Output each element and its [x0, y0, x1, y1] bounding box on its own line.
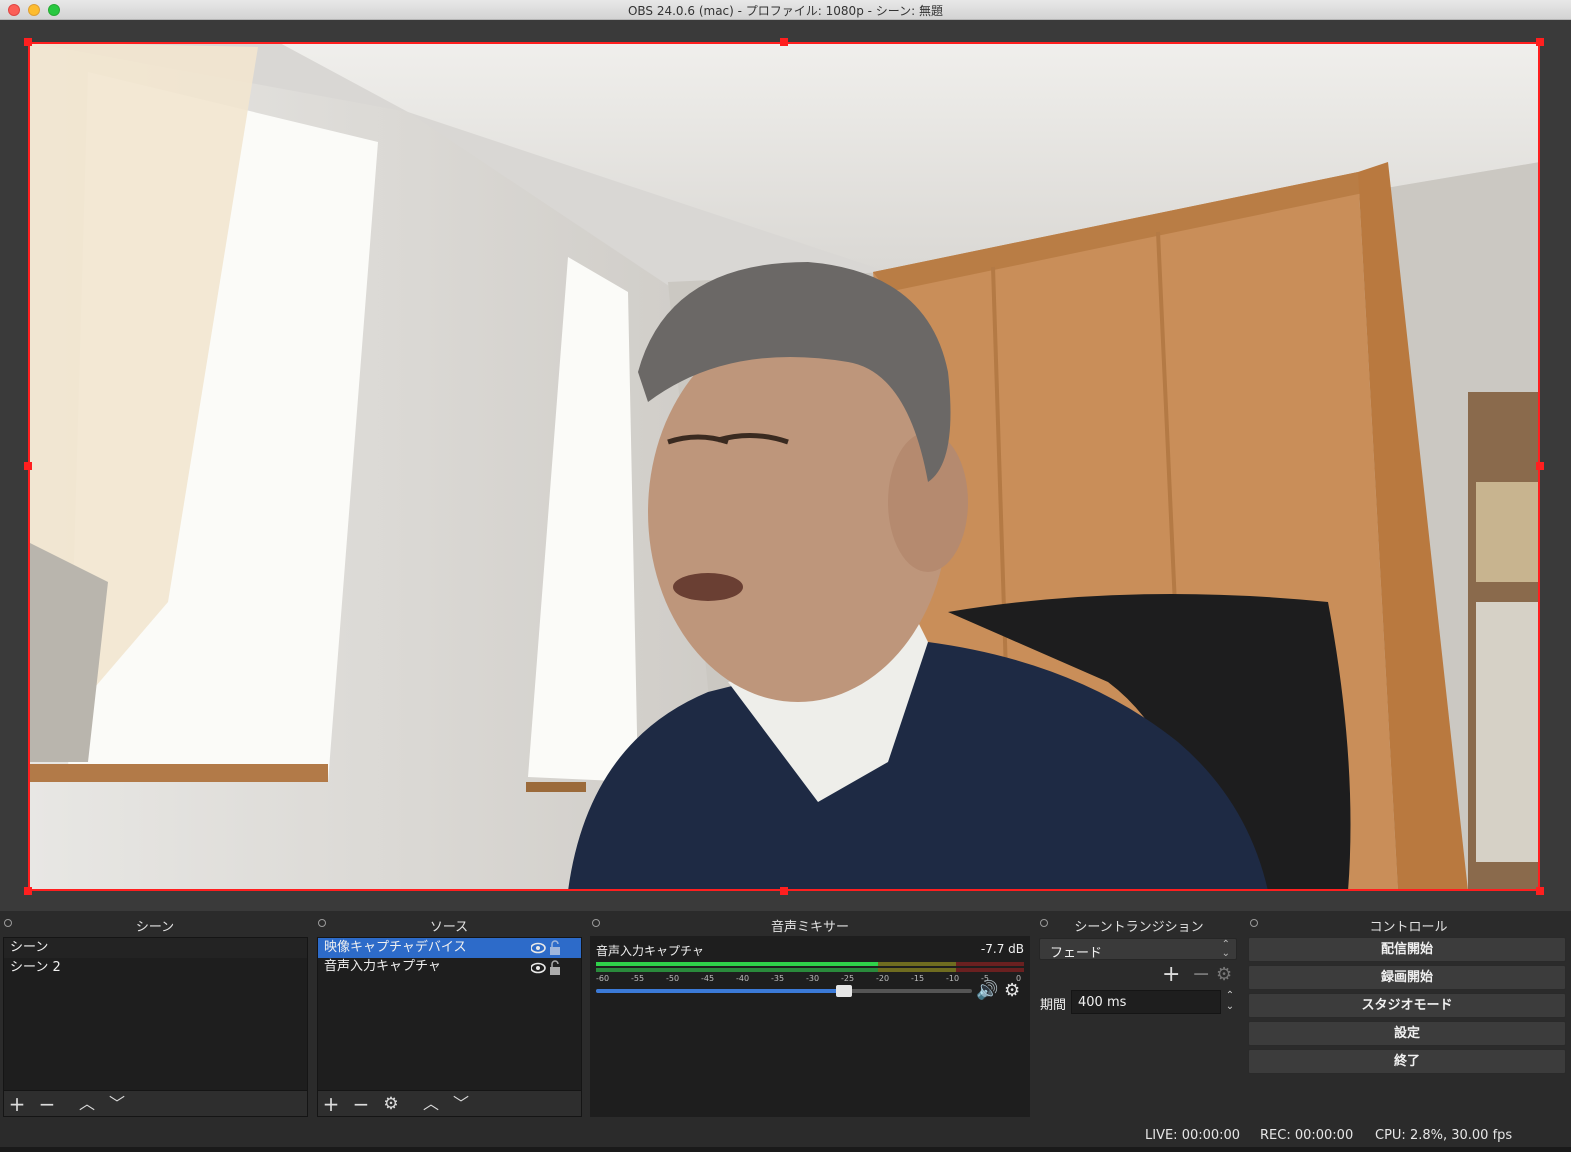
studio-mode-button[interactable]: スタジオモード: [1248, 993, 1566, 1018]
window-title: OBS 24.0.6 (mac) - プロファイル: 1080p - シーン: …: [627, 4, 944, 18]
meter-scale-label: -60: [596, 974, 610, 983]
meter-scale-label: -45: [701, 974, 715, 983]
resize-handle-right[interactable]: [1536, 462, 1544, 470]
scene-item[interactable]: シーン 2: [4, 958, 307, 978]
meter-scale-label: -20: [876, 974, 890, 983]
scenes-list[interactable]: シーン シーン 2: [3, 937, 308, 1091]
controls-dock-title: コントロール: [1369, 920, 1448, 935]
eye-icon: [531, 962, 546, 974]
add-source-button[interactable]: +: [320, 1093, 342, 1115]
meter-scale-label: -55: [631, 974, 645, 983]
sources-dock-title: ソース: [429, 920, 469, 935]
visibility-lock-icons: [531, 940, 560, 955]
scenes-dock-title: シーン: [135, 920, 175, 935]
source-item[interactable]: 映像キャプチャデバイス: [318, 938, 581, 958]
unlock-icon: [550, 940, 560, 955]
resize-handle-top-right[interactable]: [1536, 38, 1544, 46]
source-item-label: 映像キャプチャデバイス: [324, 940, 467, 955]
transition-properties-gear-icon[interactable]: ⚙: [1216, 964, 1232, 985]
add-scene-button[interactable]: +: [6, 1093, 28, 1115]
settings-button[interactable]: 設定: [1248, 1021, 1566, 1046]
resize-handle-top-left[interactable]: [24, 38, 32, 46]
resize-handle-left[interactable]: [24, 462, 32, 470]
mixer-track-name: 音声入力キャプチャ: [596, 944, 704, 958]
cpu-status: CPU: 2.8%, 30.00 fps: [1375, 1128, 1513, 1143]
meter-scale-label: -25: [841, 974, 855, 983]
updown-chevron-icon: ⌃ ⌄: [1221, 939, 1230, 959]
add-transition-button[interactable]: +: [1162, 962, 1180, 987]
window-titlebar: OBS 24.0.6 (mac) - プロファイル: 1080p - シーン: …: [0, 0, 1571, 20]
live-status: LIVE: 00:00:00: [1145, 1128, 1241, 1143]
speaker-mute-icon[interactable]: 🔊: [976, 980, 998, 1001]
scene-transitions-dock-title: シーントランジション: [1074, 920, 1204, 935]
sources-list[interactable]: 映像キャプチャデバイス 音声入力キャプチャ: [317, 937, 582, 1091]
move-scene-down-button[interactable]: ﹀: [106, 1093, 128, 1115]
move-source-up-button[interactable]: ︿: [420, 1093, 442, 1115]
source-item-label: 音声入力キャプチャ: [324, 959, 441, 974]
remove-source-button[interactable]: −: [350, 1093, 372, 1115]
meter-scale: -60 -55 -50 -45 -40 -35 -30 -25 -20 -15 -10 -5 0: [596, 974, 1024, 988]
start-streaming-button[interactable]: 配信開始: [1248, 937, 1566, 962]
meter-scale-label: -40: [736, 974, 750, 983]
audio-meter-right: [596, 968, 1024, 972]
duration-spinbox[interactable]: 400 ms: [1071, 990, 1221, 1014]
window-bottom-edge: [0, 1147, 1571, 1152]
remove-scene-button[interactable]: −: [36, 1093, 58, 1115]
audio-mixer-dock-title: 音声ミキサー: [770, 920, 849, 935]
volume-slider-fill: [596, 989, 845, 993]
mixer-level-readout: -7.7 dB: [980, 942, 1024, 956]
unlock-icon: [550, 960, 560, 975]
move-source-down-button[interactable]: ﹀: [450, 1093, 472, 1115]
source-properties-gear-icon[interactable]: ⚙: [380, 1093, 402, 1115]
start-recording-button[interactable]: 録画開始: [1248, 965, 1566, 990]
duration-label: 期間: [1040, 998, 1067, 1013]
duration-stepper-icon[interactable]: ⌃ ⌄: [1222, 990, 1238, 1014]
meter-scale-label: -10: [946, 974, 960, 983]
eye-icon: [531, 942, 546, 954]
audio-mixer-panel: 音声入力キャプチャ -7.7 dB -60 -55 -50 -45 -40 -35 -30 -…: [590, 936, 1030, 1117]
visibility-lock-icons: [531, 960, 560, 975]
scene-item[interactable]: シーン: [4, 938, 307, 958]
resize-handle-bottom[interactable]: [780, 887, 788, 895]
rec-status: REC: 00:00:00: [1260, 1128, 1354, 1143]
move-scene-up-button[interactable]: ︿: [76, 1093, 98, 1115]
meter-scale-label: -35: [771, 974, 785, 983]
scenes-toolbar: + − ︿ ﹀: [3, 1091, 308, 1117]
remove-transition-button[interactable]: −: [1192, 962, 1210, 987]
meter-scale-label: -15: [911, 974, 925, 983]
meter-scale-label: -50: [666, 974, 680, 983]
volume-slider-track[interactable]: [596, 985, 972, 997]
resize-handle-top[interactable]: [780, 38, 788, 46]
transition-select[interactable]: フェード ⌃ ⌄: [1039, 938, 1237, 961]
source-item[interactable]: 音声入力キャプチャ: [318, 958, 581, 976]
sources-toolbar: + − ⚙ ︿ ﹀: [317, 1091, 582, 1117]
audio-meter-left: [596, 962, 1024, 966]
meter-scale-label: -30: [806, 974, 820, 983]
exit-button[interactable]: 終了: [1248, 1049, 1566, 1074]
mixer-gear-icon[interactable]: ⚙: [1004, 980, 1020, 1001]
source-selection-border: [28, 42, 1540, 891]
resize-handle-bottom-right[interactable]: [1536, 887, 1544, 895]
resize-handle-bottom-left[interactable]: [24, 887, 32, 895]
transition-select-value: フェード: [1050, 946, 1103, 961]
volume-slider-handle[interactable]: [836, 985, 853, 997]
duration-value: 400 ms: [1078, 995, 1127, 1010]
